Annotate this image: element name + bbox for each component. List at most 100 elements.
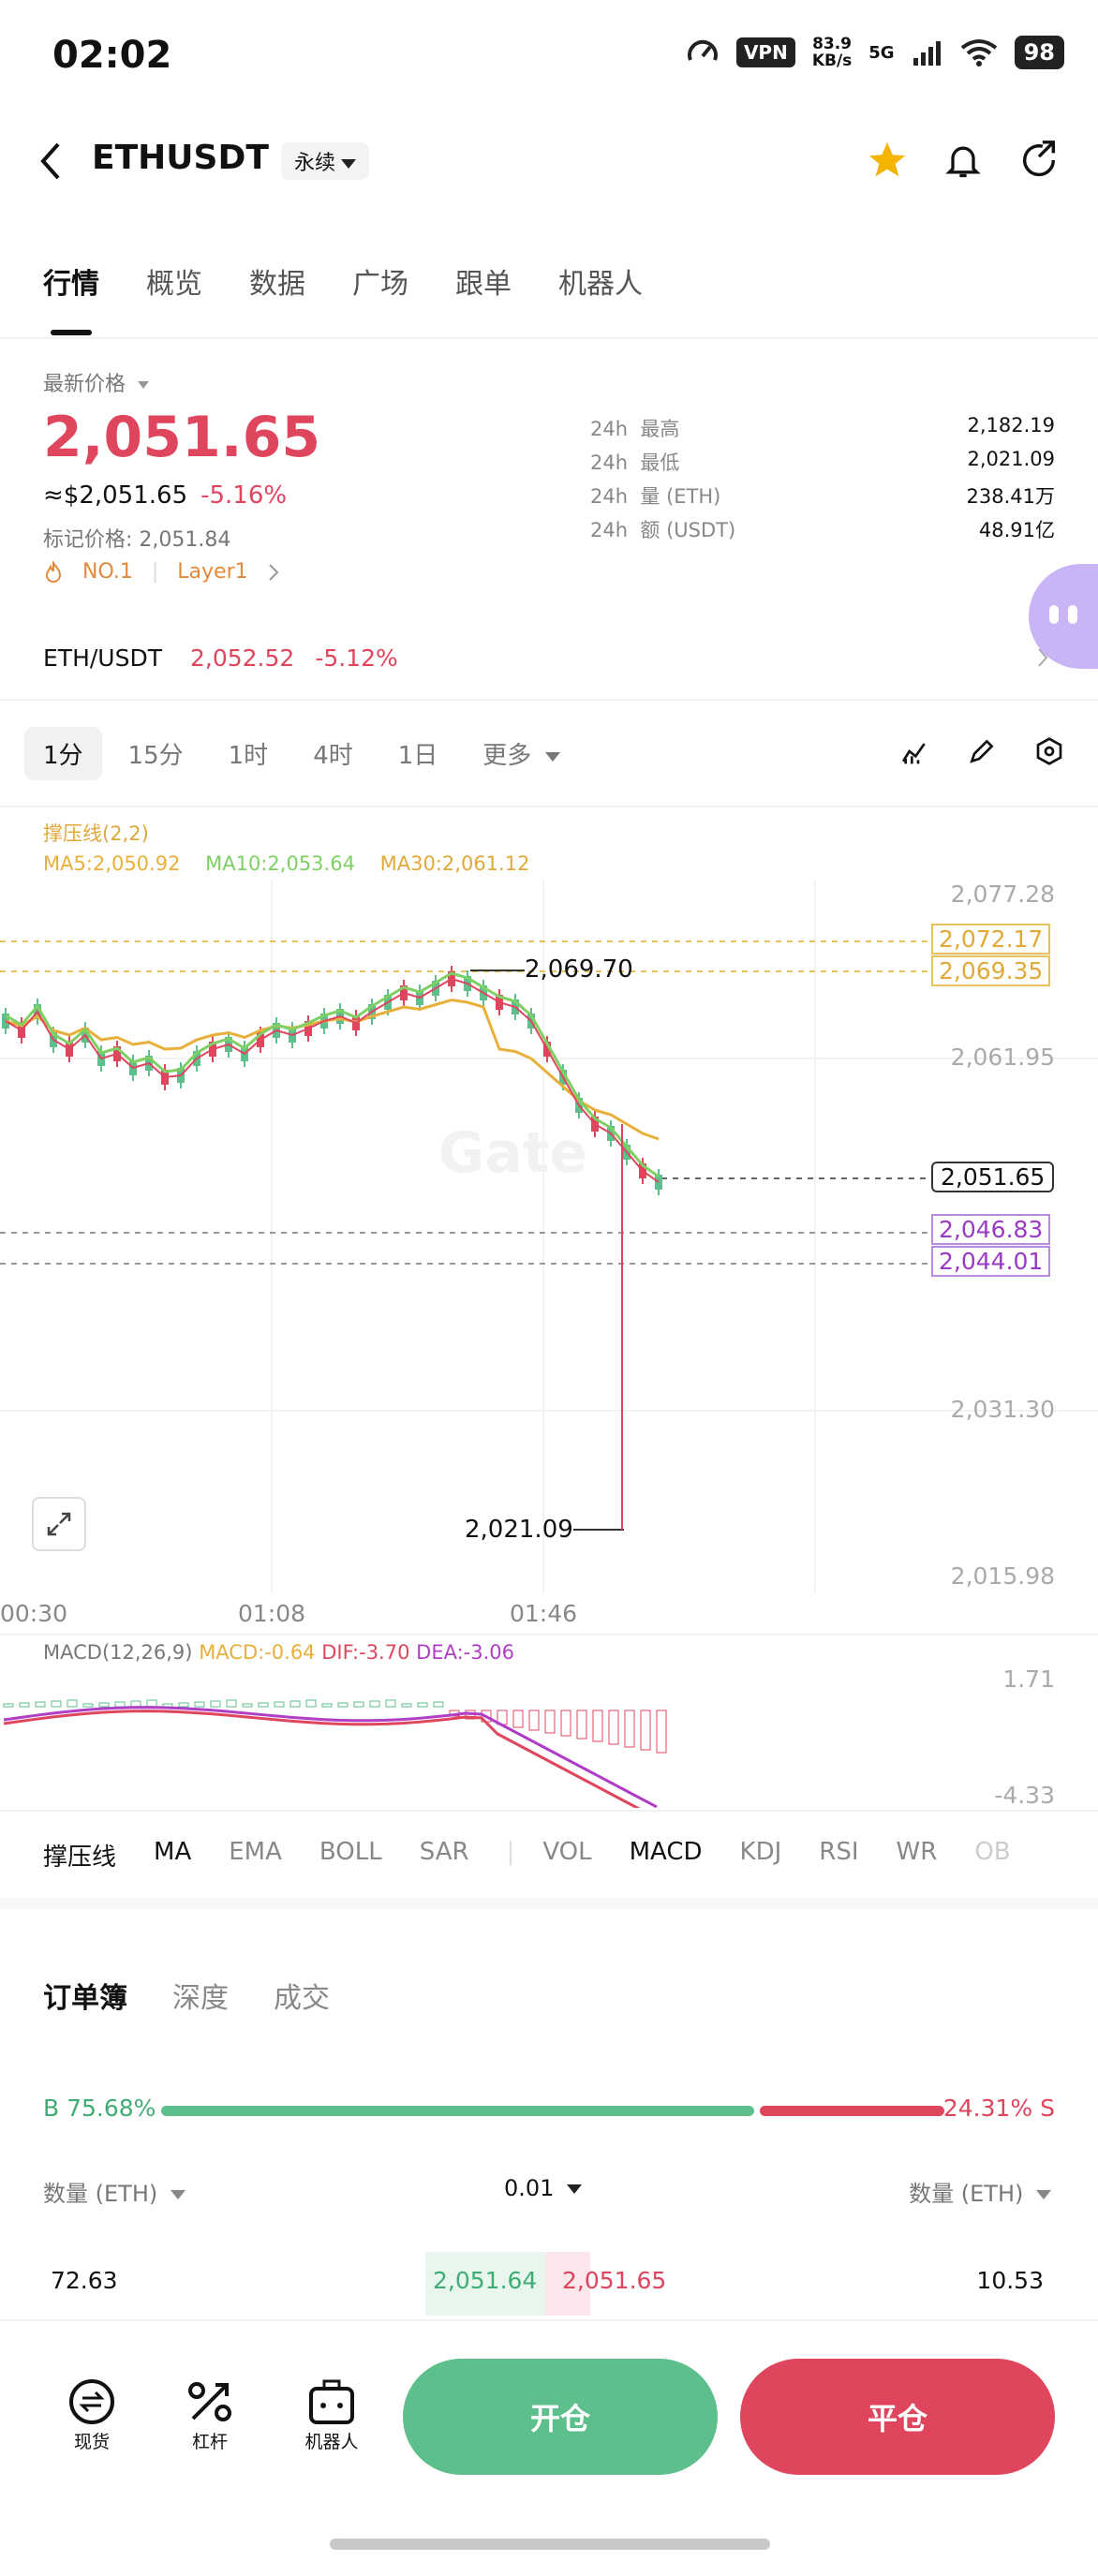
robot-icon	[309, 2379, 354, 2424]
ind-tab-ema[interactable]: EMA	[229, 1838, 282, 1873]
ask-price: 2,051.65	[562, 2267, 667, 2294]
chevron-right-icon[interactable]	[1036, 646, 1049, 669]
nav-leverage[interactable]: 杠杆	[163, 2376, 257, 2453]
precision-select[interactable]: 0.01	[504, 2175, 583, 2201]
divider	[0, 1810, 1098, 1812]
spot-pair-row[interactable]: ETH/USDT 2,052.52 -5.12%	[43, 644, 398, 672]
sell-ratio: 24.31% S	[942, 2095, 1055, 2122]
macd-bar	[369, 1700, 380, 1708]
contract-type-select[interactable]: 永续	[281, 142, 370, 180]
home-indicator[interactable]	[330, 2539, 770, 2550]
timeframe-bar: 1分 15分 1时 4时 1日 更多	[24, 727, 605, 780]
divider	[0, 806, 1098, 807]
resistance-tag-1: 2,072.17	[931, 924, 1051, 955]
ind-tab-kdj[interactable]: KDJ	[740, 1838, 782, 1873]
last-price-label[interactable]: 最新价格	[43, 367, 150, 397]
tab-data[interactable]: 数据	[249, 260, 305, 302]
timeframe-1h[interactable]: 1时	[229, 736, 269, 771]
ind-tab-boll[interactable]: BOLL	[319, 1838, 382, 1873]
y-tick: 2,031.30	[950, 1396, 1055, 1423]
tab-depth[interactable]: 深度	[172, 1975, 229, 2016]
high-label: 2,069.70	[525, 955, 633, 984]
nav-spot-label: 现货	[73, 2432, 110, 2452]
macd-bar	[289, 1700, 301, 1708]
y-tick: 2,061.95	[950, 1044, 1055, 1071]
tab-overview[interactable]: 概览	[146, 260, 202, 302]
macd-bar	[305, 1699, 317, 1708]
timeframe-15m[interactable]: 15分	[128, 736, 184, 771]
tab-trades[interactable]: 成交	[274, 1975, 330, 2016]
watermark-logo: Gate	[438, 1120, 588, 1186]
tab-square[interactable]: 广场	[352, 260, 408, 302]
qty-left-select[interactable]: 数量 (ETH)	[43, 2181, 185, 2207]
back-icon[interactable]	[37, 141, 66, 182]
timeframe-more[interactable]: 更多	[482, 736, 560, 771]
macd-bar	[51, 1700, 62, 1708]
assistant-eye	[1049, 605, 1059, 624]
ind-tab-sar[interactable]: SAR	[420, 1838, 469, 1873]
stat-high: 24h 最高 2,182.19	[590, 414, 1055, 440]
nav-spot[interactable]: 现货	[45, 2376, 139, 2453]
macd-bar	[592, 1710, 603, 1742]
ind-tab-macd[interactable]: MACD	[630, 1838, 703, 1873]
orderbook-header: 数量 (ETH) 0.01 数量 (ETH)	[43, 2175, 1051, 2208]
indicator-tabs: 撑压线 MA EMA BOLL SAR | VOL MACD KDJ RSI W…	[43, 1838, 1048, 1873]
tags-row[interactable]: NO.1 | Layer1	[43, 560, 280, 584]
timeframe-1d[interactable]: 1日	[398, 736, 438, 771]
divider	[0, 337, 1098, 339]
fullscreen-button[interactable]	[32, 1497, 86, 1551]
macd-bar	[512, 1710, 524, 1728]
ind-tab-wr[interactable]: WR	[897, 1838, 938, 1873]
star-icon[interactable]	[866, 139, 909, 182]
settings-icon[interactable]	[1034, 736, 1064, 766]
macd-bar	[353, 1701, 364, 1708]
macd-bar	[258, 1702, 269, 1708]
ind-tab-ob[interactable]: OB	[974, 1838, 1010, 1873]
price-change: -5.16%	[200, 481, 288, 510]
macd-bar	[608, 1710, 619, 1745]
macd-bar	[417, 1702, 428, 1708]
timeframe-1m[interactable]: 1分	[24, 727, 102, 780]
divider	[0, 1634, 1098, 1636]
indicator-icon[interactable]	[899, 736, 929, 766]
close-position-button[interactable]: 平仓	[740, 2359, 1055, 2475]
macd-bar	[528, 1710, 540, 1731]
category-tag: Layer1	[177, 560, 248, 584]
bid-qty: 72.63	[51, 2267, 118, 2294]
tab-bots[interactable]: 机器人	[558, 260, 643, 302]
usd-price: ≈$2,051.65	[43, 481, 188, 510]
macd-chart[interactable]	[0, 1667, 1098, 1808]
ind-tab-ma[interactable]: MA	[154, 1838, 191, 1873]
bell-icon[interactable]	[942, 139, 984, 182]
timeframe-4h[interactable]: 4时	[313, 736, 353, 771]
open-position-button[interactable]: 开仓	[403, 2359, 718, 2475]
tab-orderbook[interactable]: 订单簿	[43, 1975, 127, 2016]
chevron-right-icon	[268, 563, 279, 581]
qty-right-select[interactable]: 数量 (ETH)	[909, 2175, 1051, 2208]
symbol-title[interactable]: ETHUSDT	[92, 139, 269, 177]
macd-bar	[560, 1710, 571, 1737]
tab-copy-trading[interactable]: 跟单	[455, 260, 512, 302]
status-bar: 02:02 VPN 83.9 KB/s 5G 98	[0, 0, 1098, 112]
macd-bar	[544, 1710, 556, 1734]
bid-price: 2,051.64	[433, 2267, 538, 2294]
nav-leverage-label: 杠杆	[191, 2432, 228, 2452]
ind-tab-rsi[interactable]: RSI	[819, 1838, 858, 1873]
support-tag-2: 2,044.01	[931, 1246, 1051, 1277]
draw-icon[interactable]	[967, 736, 997, 766]
macd-bar	[114, 1701, 126, 1708]
macd-bar	[194, 1701, 205, 1708]
ind-tab-pressure[interactable]: 撑压线	[43, 1838, 116, 1873]
macd-value: MACD:-0.64	[199, 1641, 316, 1664]
section-divider	[0, 1898, 1098, 1909]
ind-tab-vol[interactable]: VOL	[542, 1838, 591, 1873]
macd-bar	[576, 1710, 587, 1740]
mark-price: 标记价格: 2,051.84	[43, 528, 231, 552]
tab-market[interactable]: 行情	[43, 260, 99, 335]
share-icon[interactable]	[1017, 139, 1061, 182]
stat-volume: 24h 量 (ETH) 238.41万	[590, 485, 1055, 508]
macd-bar	[274, 1701, 285, 1708]
nav-bot[interactable]: 机器人	[285, 2376, 378, 2453]
dif-value: DIF:-3.70	[321, 1641, 410, 1664]
wifi-icon	[960, 39, 997, 67]
